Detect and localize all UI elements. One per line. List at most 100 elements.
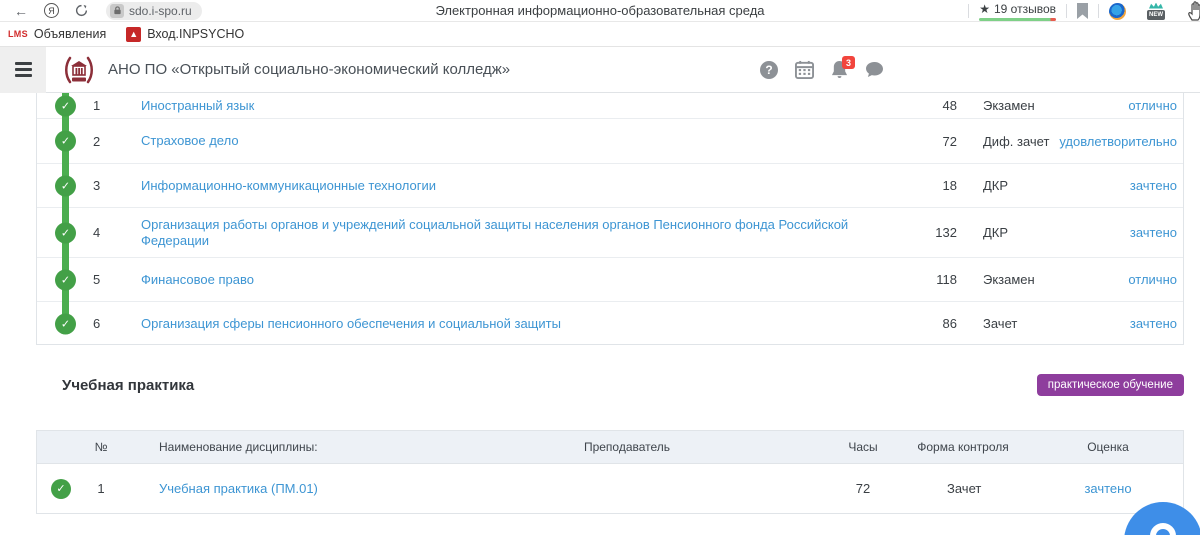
lms-icon: LMS <box>8 29 28 39</box>
bookmark-flag-icon[interactable] <box>1077 3 1088 19</box>
disciplines-table: ✓ 1 Иностранный язык 48 Экзамен отлично … <box>36 93 1184 345</box>
yandex-icon[interactable]: Я <box>44 3 59 18</box>
column-header-hours: Часы <box>833 440 893 454</box>
control-form: Зачет <box>957 316 1053 331</box>
divider <box>968 4 969 18</box>
control-form: ДКР <box>957 178 1053 193</box>
browser-toolbar: ← Я sdo.i-spo.ru Электронная информацион… <box>0 0 1200 22</box>
column-header-name: Наименование дисциплины: <box>121 440 421 454</box>
hours-value: 132 <box>909 225 957 240</box>
column-header-grade: Оценка <box>1033 440 1183 454</box>
table-row: ✓ 3 Информационно-коммуникационные техно… <box>37 164 1183 208</box>
refresh-icon[interactable] <box>75 4 88 17</box>
messages-icon[interactable] <box>865 61 884 78</box>
table-row: ✓ 4 Организация работы органов и учрежде… <box>37 208 1183 258</box>
row-number: 3 <box>93 178 141 193</box>
divider <box>1066 4 1067 18</box>
reviews-button[interactable]: ★ 19 отзывов <box>979 2 1056 21</box>
grade-link[interactable]: зачтено <box>1053 316 1183 331</box>
row-number: 6 <box>93 316 141 331</box>
new-badge: NEW <box>1147 10 1165 20</box>
hours-value: 118 <box>909 272 957 287</box>
hours-value: 18 <box>909 178 957 193</box>
divider <box>1136 4 1137 18</box>
table-row: ✓ 1 Учебная практика (ПМ.01) 72 Зачет за… <box>37 464 1183 513</box>
row-number: 5 <box>93 272 141 287</box>
grade-link[interactable]: зачтено <box>1053 178 1183 193</box>
discipline-link[interactable]: Организация работы органов и учреждений … <box>141 217 909 249</box>
check-circle-icon: ✓ <box>55 313 76 334</box>
grade-link[interactable]: удовлетворительно <box>1053 134 1183 149</box>
practice-type-badge[interactable]: практическое обучение <box>1037 374 1184 396</box>
discipline-link[interactable]: Финансовое право <box>141 272 909 288</box>
practice-table: № Наименование дисциплины: Преподаватель… <box>36 430 1184 514</box>
control-form: Экзамен <box>957 98 1053 113</box>
control-form: Диф. зачет <box>957 134 1053 149</box>
help-icon[interactable]: ? <box>760 61 778 79</box>
hours-value: 72 <box>909 134 957 149</box>
chat-icon <box>1150 523 1176 535</box>
bookmark-announcements[interactable]: LMS Объявления <box>8 27 106 41</box>
emblem-icon: ▲ <box>126 27 141 42</box>
row-number: 4 <box>93 225 141 240</box>
star-icon: ★ <box>979 2 990 16</box>
bookmarks-bar: LMS Объявления ▲ Вход.INPSYCHO <box>0 22 1200 47</box>
site-header: АНО ПО «Открытый социально-экономический… <box>0 47 1200 93</box>
row-number: 1 <box>81 481 121 496</box>
practice-link[interactable]: Учебная практика (ПМ.01) <box>121 481 421 496</box>
column-header-form: Форма контроля <box>893 440 1033 454</box>
check-circle-icon: ✓ <box>55 222 76 243</box>
hours-value: 72 <box>833 481 893 496</box>
grade-link[interactable]: отлично <box>1053 98 1183 113</box>
discipline-link[interactable]: Страховое дело <box>141 133 909 149</box>
practice-section-header: Учебная практика практическое обучение <box>62 368 1184 402</box>
check-circle-icon: ✓ <box>55 95 76 116</box>
check-circle-icon: ✓ <box>55 269 76 290</box>
lock-icon <box>110 4 124 18</box>
grade-link[interactable]: зачтено <box>1053 225 1183 240</box>
address-bar[interactable]: sdo.i-spo.ru <box>106 2 202 20</box>
divider <box>1098 4 1099 18</box>
grade-link[interactable]: зачтено <box>1033 481 1183 496</box>
column-header-num: № <box>81 440 121 454</box>
table-row: ✓ 1 Иностранный язык 48 Экзамен отлично <box>37 93 1183 119</box>
bookmark-label: Вход.INPSYCHO <box>147 27 244 41</box>
table-row: ✓ 2 Страховое дело 72 Диф. зачет удовлет… <box>37 119 1183 164</box>
control-form: Зачет <box>893 481 1033 496</box>
reviews-label: 19 отзывов <box>994 2 1056 16</box>
extension-circle-icon[interactable] <box>1109 3 1126 20</box>
check-circle-icon: ✓ <box>55 131 76 152</box>
column-header-teacher: Преподаватель <box>421 440 833 454</box>
table-header-row: № Наименование дисциплины: Преподаватель… <box>37 431 1183 464</box>
control-form: Экзамен <box>957 272 1053 287</box>
extension-new-icon[interactable]: NEW <box>1147 3 1165 20</box>
table-row: ✓ 6 Организация сферы пенсионного обеспе… <box>37 302 1183 345</box>
discipline-link[interactable]: Информационно-коммуникационные технологи… <box>141 178 909 194</box>
notifications-bell-icon[interactable]: 3 <box>831 60 848 79</box>
grade-link[interactable]: отлично <box>1053 272 1183 287</box>
divider <box>1175 4 1176 18</box>
row-number: 1 <box>93 98 141 113</box>
back-icon[interactable]: ← <box>14 0 28 22</box>
discipline-link[interactable]: Иностранный язык <box>141 98 909 114</box>
page-title: Электронная информационно-образовательна… <box>435 3 764 18</box>
reviews-rating-bar <box>979 18 1056 21</box>
discipline-link[interactable]: Организация сферы пенсионного обеспечени… <box>141 316 909 332</box>
row-number: 2 <box>93 134 141 149</box>
calendar-icon[interactable] <box>795 60 814 79</box>
college-logo[interactable] <box>62 53 96 87</box>
hamburger-menu-button[interactable] <box>0 47 46 93</box>
section-title: Учебная практика <box>62 377 194 394</box>
hours-value: 48 <box>909 98 957 113</box>
table-row: ✓ 5 Финансовое право 118 Экзамен отлично <box>37 258 1183 302</box>
check-circle-icon: ✓ <box>51 479 71 499</box>
bookmark-label: Объявления <box>34 27 106 41</box>
crown-icon <box>1149 3 1163 9</box>
hours-value: 86 <box>909 316 957 331</box>
hand-icon[interactable] <box>1186 1 1200 21</box>
url-text: sdo.i-spo.ru <box>129 4 192 18</box>
notification-count-badge: 3 <box>842 56 855 69</box>
college-name: АНО ПО «Открытый социально-экономический… <box>108 61 510 78</box>
bookmark-inpsycho[interactable]: ▲ Вход.INPSYCHO <box>126 27 244 42</box>
check-circle-icon: ✓ <box>55 175 76 196</box>
